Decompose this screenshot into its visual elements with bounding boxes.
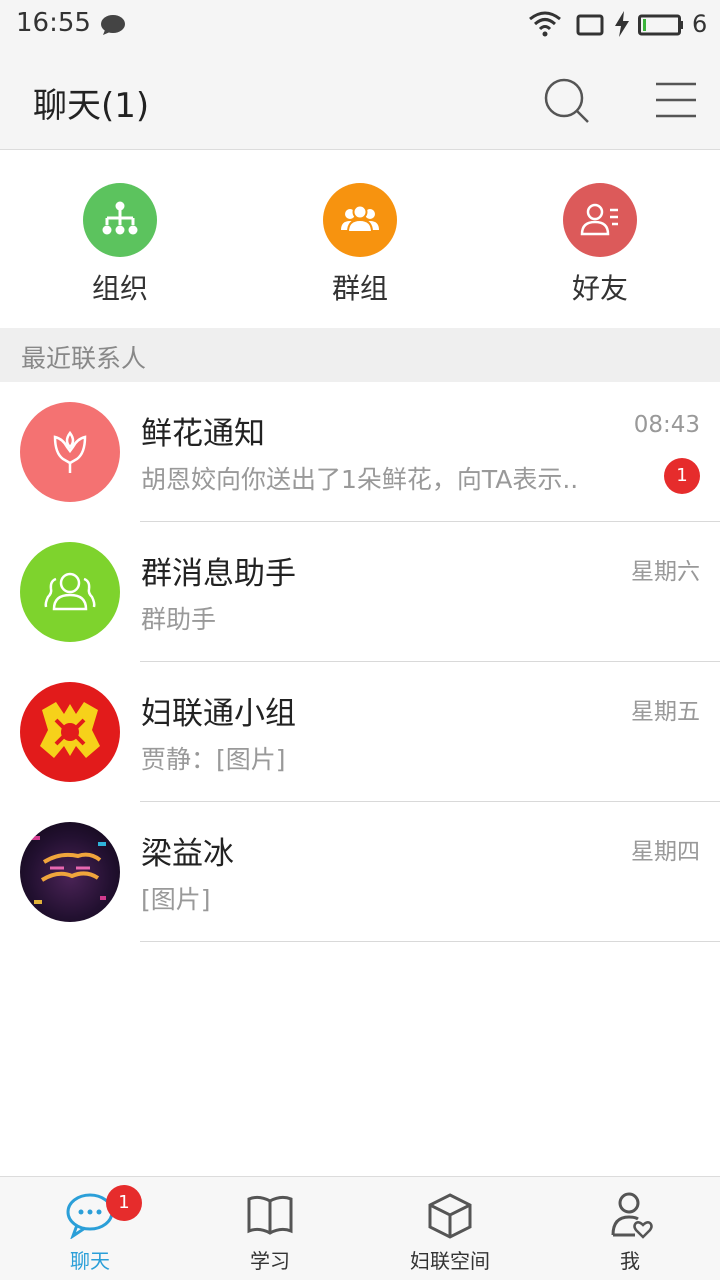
quick-friend-button[interactable]: 好友 xyxy=(540,183,660,305)
unread-badge: 1 xyxy=(664,458,700,494)
group-icon xyxy=(323,183,397,257)
flower-icon xyxy=(20,402,120,502)
book-icon xyxy=(247,1195,293,1235)
divider xyxy=(140,941,720,942)
nav-label: 我 xyxy=(620,1249,640,1273)
section-label: 最近联系人 xyxy=(21,344,147,373)
chat-time: 08:43 xyxy=(633,412,700,438)
charging-icon xyxy=(615,11,629,37)
chat-preview: 胡恩姣向你送出了1朵鲜花，向TA表示.. xyxy=(141,465,579,494)
cube-icon xyxy=(428,1193,472,1239)
friend-card-icon xyxy=(563,183,637,257)
recent-contacts-header: 最近联系人 xyxy=(0,328,720,382)
menu-icon[interactable] xyxy=(654,80,698,120)
quick-org-button[interactable]: 组织 xyxy=(60,183,180,305)
message-icon xyxy=(101,15,125,35)
chat-time: 星期六 xyxy=(631,559,700,585)
nav-tab-me[interactable]: 我 xyxy=(540,1177,720,1280)
nav-tab-federation-space[interactable]: 妇联空间 xyxy=(360,1177,540,1280)
chat-row-federation-group[interactable]: 妇联通小组 星期五 贾静：[图片] xyxy=(0,662,720,802)
battery-icon xyxy=(638,14,683,36)
chat-time: 星期四 xyxy=(631,839,700,865)
sim-icon xyxy=(576,14,604,36)
profile-icon xyxy=(611,1192,653,1239)
status-bar: 16:55 6 xyxy=(0,0,720,50)
org-tree-icon xyxy=(83,183,157,257)
chat-row-flower-notice[interactable]: 鲜花通知 08:43 胡恩姣向你送出了1朵鲜花，向TA表示.. 1 xyxy=(0,382,720,522)
quick-org-label: 组织 xyxy=(91,272,148,305)
bottom-nav: 1 聊天 学习 妇联空间 我 xyxy=(0,1176,720,1280)
nav-label: 聊天 xyxy=(70,1249,110,1273)
nav-tab-study[interactable]: 学习 xyxy=(180,1177,360,1280)
user-photo-icon xyxy=(20,822,120,922)
chat-name: 鲜花通知 xyxy=(141,416,265,452)
nav-unread-badge: 1 xyxy=(106,1185,142,1221)
chat-name: 妇联通小组 xyxy=(141,696,296,732)
chat-preview: 贾静：[图片] xyxy=(141,745,286,774)
chat-row-liang-yibing[interactable]: 梁益冰 星期四 [图片] xyxy=(0,802,720,942)
nav-label: 学习 xyxy=(250,1249,290,1273)
nav-label: 妇联空间 xyxy=(410,1249,490,1273)
nav-tab-chat[interactable]: 1 聊天 xyxy=(0,1177,180,1280)
quick-actions: 组织 群组 好友 xyxy=(0,151,720,328)
womens-federation-logo-icon xyxy=(20,682,120,782)
chat-list: 鲜花通知 08:43 胡恩姣向你送出了1朵鲜花，向TA表示.. 1 群消息助手 … xyxy=(0,382,720,942)
chat-name: 梁益冰 xyxy=(141,836,234,872)
quick-group-button[interactable]: 群组 xyxy=(300,183,420,305)
page-title: 聊天(1) xyxy=(33,86,150,126)
search-icon[interactable] xyxy=(542,76,592,126)
chat-preview: 群助手 xyxy=(141,605,217,634)
chat-preview: [图片] xyxy=(141,885,211,914)
chat-time: 星期五 xyxy=(631,699,700,725)
group-assistant-icon xyxy=(20,542,120,642)
status-time: 16:55 xyxy=(16,8,91,38)
chat-row-group-assistant[interactable]: 群消息助手 星期六 群助手 xyxy=(0,522,720,662)
quick-group-label: 群组 xyxy=(331,272,388,305)
app-header: 聊天(1) xyxy=(0,50,720,150)
quick-friend-label: 好友 xyxy=(571,272,628,305)
chat-name: 群消息助手 xyxy=(141,556,296,592)
battery-level: 6 xyxy=(692,10,708,38)
wifi-icon xyxy=(529,11,561,37)
